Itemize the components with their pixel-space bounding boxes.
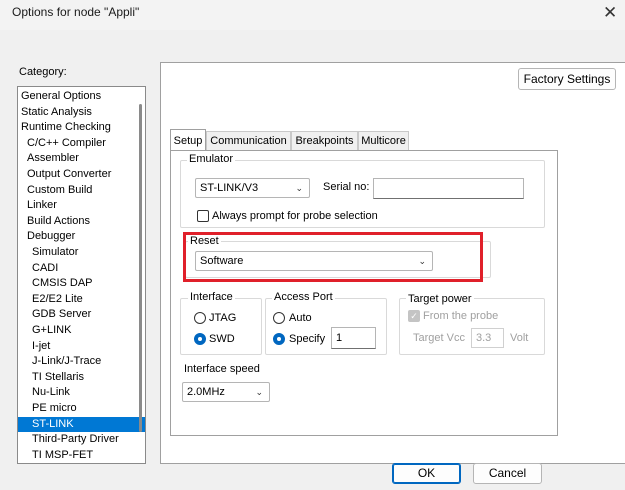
tab-communication[interactable]: Communication xyxy=(206,131,291,150)
interface-speed-label: Interface speed xyxy=(184,363,260,375)
category-item[interactable]: Linker xyxy=(18,198,145,213)
category-item[interactable]: I-jet xyxy=(18,339,145,354)
auto-label: Auto xyxy=(289,312,312,324)
category-item[interactable]: ST-LINK xyxy=(18,416,145,432)
category-item[interactable]: Runtime Checking xyxy=(18,120,139,135)
swd-radio[interactable] xyxy=(194,333,206,345)
always-prompt-checkbox[interactable] xyxy=(197,210,209,222)
reset-highlight-box xyxy=(183,232,483,282)
tab-breakpoints[interactable]: Breakpoints xyxy=(291,131,358,150)
factory-settings-button[interactable]: Factory Settings xyxy=(518,68,616,90)
category-item[interactable]: Assembler xyxy=(18,151,145,166)
interface-speed-select[interactable]: 2.0MHz ⌄ xyxy=(182,382,270,402)
category-list[interactable]: General Options Static Analysis Runtime Ch… xyxy=(17,86,146,464)
close-icon[interactable]: ✕ xyxy=(603,3,617,23)
volt-unit-label: Volt xyxy=(510,332,529,344)
emulator-label: Emulator xyxy=(187,153,236,165)
from-probe-checkbox[interactable]: ✓ xyxy=(408,310,420,322)
target-vcc-label: Target Vcc xyxy=(413,332,465,344)
emulator-value: ST-LINK/V3 xyxy=(200,182,259,194)
category-item[interactable]: Third-Party Driver xyxy=(18,432,145,447)
chevron-down-icon: ⌄ xyxy=(295,183,303,193)
emulator-select[interactable]: ST-LINK/V3 ⌄ xyxy=(195,178,310,198)
category-item[interactable]: CMSIS DAP xyxy=(18,276,145,291)
target-power-label: Target power xyxy=(406,293,474,305)
jtag-label: JTAG xyxy=(209,312,237,324)
category-item[interactable]: Output Converter xyxy=(18,167,145,182)
category-item[interactable]: Static Analysis xyxy=(18,105,139,120)
category-label: Category: xyxy=(19,66,67,78)
category-item[interactable]: C/C++ Compiler xyxy=(18,136,145,151)
category-item[interactable]: Custom Build xyxy=(18,183,145,198)
ok-button[interactable]: OK xyxy=(392,463,461,484)
category-item[interactable]: G+LINK xyxy=(18,323,145,338)
category-item[interactable]: General Options xyxy=(18,89,139,104)
window-title: Options for node "Appli" xyxy=(12,5,140,19)
title-bar: Options for node "Appli" ✕ xyxy=(0,0,625,30)
specify-radio[interactable] xyxy=(273,333,285,345)
category-item[interactable]: PE micro xyxy=(18,401,145,416)
swd-label: SWD xyxy=(209,333,235,345)
category-item[interactable]: Simulator xyxy=(18,245,145,260)
tab-setup[interactable]: Setup xyxy=(170,129,206,151)
tab-multicore[interactable]: Multicore xyxy=(358,131,409,150)
category-item[interactable]: J-Link/J-Trace xyxy=(18,354,145,369)
always-prompt-label: Always prompt for probe selection xyxy=(212,210,378,222)
access-port-label: Access Port xyxy=(272,291,335,303)
serial-no-label: Serial no: xyxy=(323,181,370,193)
access-port-input[interactable]: 1 xyxy=(331,327,376,349)
chevron-down-icon: ⌄ xyxy=(255,387,263,397)
serial-no-input[interactable] xyxy=(373,178,524,199)
category-item[interactable]: Build Actions xyxy=(18,214,145,229)
category-item[interactable]: Debugger xyxy=(18,229,145,244)
category-item[interactable]: TI MSP-FET xyxy=(18,448,145,463)
category-item[interactable]: Nu-Link xyxy=(18,385,145,400)
category-item[interactable]: GDB Server xyxy=(18,307,145,322)
target-vcc-input[interactable]: 3.3 xyxy=(471,328,504,348)
category-item[interactable]: CADI xyxy=(18,261,145,276)
specify-label: Specify xyxy=(289,333,326,345)
cancel-button[interactable]: Cancel xyxy=(473,463,542,484)
interface-label: Interface xyxy=(188,291,235,303)
category-item[interactable]: TI Stellaris xyxy=(18,370,145,385)
from-probe-label: From the probe xyxy=(423,310,499,322)
category-scrollbar[interactable] xyxy=(139,104,142,432)
interface-speed-value: 2.0MHz xyxy=(187,386,225,398)
category-item[interactable]: E2/E2 Lite xyxy=(18,292,145,307)
interface-group xyxy=(180,298,262,355)
auto-radio[interactable] xyxy=(273,312,285,324)
jtag-radio[interactable] xyxy=(194,312,206,324)
